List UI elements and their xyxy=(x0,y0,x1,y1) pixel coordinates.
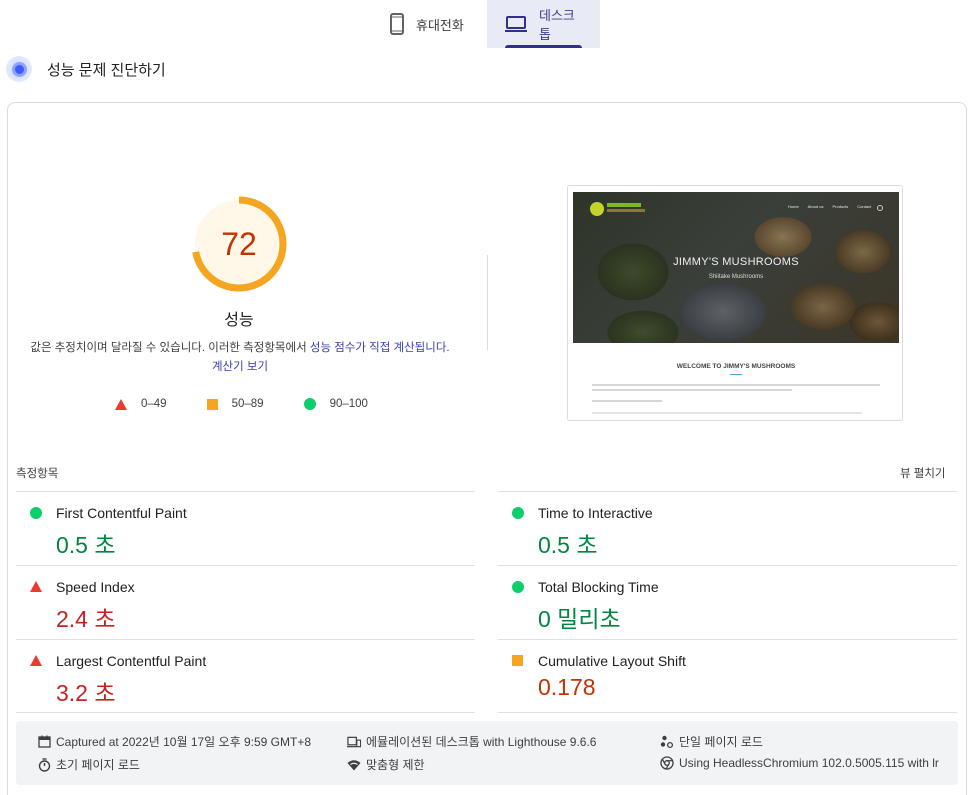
site-logo-text xyxy=(607,203,641,207)
emulated-device-text: 에뮬레이션된 데스크톱 with Lighthouse 9.6.6 xyxy=(366,735,597,749)
metric-value: 3.2 초 xyxy=(56,680,116,706)
metric-tti: Time to Interactive 0.5 초 xyxy=(498,491,957,565)
captured-at: Captured at 2022년 10월 17일 오후 9:59 GMT+8 xyxy=(37,733,311,750)
metric-value: 0.178 xyxy=(538,674,596,700)
legend-average-range: 50–89 xyxy=(231,398,264,410)
site-welcome-underline xyxy=(730,374,742,375)
page-screenshot[interactable]: Home About us Products Contact JIMMY'S M… xyxy=(567,185,903,421)
site-subtitle: Shiitake Mushrooms xyxy=(708,274,764,280)
smartphone-icon xyxy=(390,13,404,35)
performance-score: 72 xyxy=(221,225,257,262)
initial-load-text: 초기 페이지 로드 xyxy=(56,758,140,772)
devices-icon xyxy=(347,735,361,749)
metric-name: First Contentful Paint xyxy=(56,505,187,521)
legend-poor: 0–49 xyxy=(115,398,167,410)
screenshot-hero: Home About us Products Contact JIMMY'S M… xyxy=(573,192,899,343)
site-text-line xyxy=(592,412,862,414)
runtime-settings: Captured at 2022년 10월 17일 오후 9:59 GMT+8 … xyxy=(16,721,958,785)
nodes-icon xyxy=(660,735,674,749)
metric-speed-index: Speed Index 2.4 초 xyxy=(16,565,475,639)
site-title: JIMMY'S MUSHROOMS xyxy=(673,256,799,268)
divider xyxy=(487,255,488,350)
site-nav: Home About us Products Contact xyxy=(788,204,880,209)
metric-name: Largest Contentful Paint xyxy=(56,653,207,669)
throttling-text: 맞춤형 제한 xyxy=(366,758,425,772)
site-search-icon xyxy=(877,205,883,211)
calculator-link[interactable]: 계산기 보기 xyxy=(212,361,268,373)
metric-name: Total Blocking Time xyxy=(538,579,659,595)
throttling: 맞춤형 제한 xyxy=(347,756,425,773)
browser-info: Using HeadlessChromium 102.0.5005.115 wi… xyxy=(660,756,939,770)
metric-tbt: Total Blocking Time 0 밀리초 xyxy=(498,565,957,639)
site-logo-subtext xyxy=(607,209,645,212)
initial-load: 초기 페이지 로드 xyxy=(37,756,140,773)
legend-average: 50–89 xyxy=(206,398,264,410)
wifi-icon xyxy=(347,758,361,772)
poor-triangle-icon xyxy=(30,581,42,592)
tab-desktop[interactable]: 데스크톱 xyxy=(487,0,600,48)
average-square-icon xyxy=(512,655,523,666)
legend-poor-range: 0–49 xyxy=(141,398,167,410)
site-text-line xyxy=(592,389,792,391)
metric-fcp: First Contentful Paint 0.5 초 xyxy=(16,491,475,565)
triangle-icon xyxy=(115,398,127,410)
stopwatch-icon xyxy=(37,757,51,772)
metric-name: Time to Interactive xyxy=(538,505,653,521)
gauge-icon xyxy=(6,56,32,82)
score-description: 값은 추정치이며 달라질 수 있습니다. 이러한 측정항목에서 성능 점수가 직… xyxy=(30,339,450,377)
square-icon xyxy=(206,398,218,410)
legend-good: 90–100 xyxy=(303,398,368,410)
diagnose-header: 성능 문제 진단하기 xyxy=(6,56,166,82)
legend-good-range: 90–100 xyxy=(329,398,368,410)
browser-info-text: Using HeadlessChromium 102.0.5005.115 wi… xyxy=(679,756,939,770)
device-tabs: 휴대전화 데스크톱 xyxy=(374,0,600,48)
expand-view-button[interactable]: 뷰 펼치기 xyxy=(900,465,946,481)
site-nav-item: Contact xyxy=(857,204,872,209)
metric-value: 0.5 초 xyxy=(56,532,116,558)
circle-icon xyxy=(303,398,316,410)
metric-lcp: Largest Contentful Paint 3.2 초 xyxy=(16,639,475,713)
score-legend: 0–49 50–89 90–100 xyxy=(115,398,368,410)
tab-desktop-label: 데스크톱 xyxy=(539,8,575,42)
metric-cls: Cumulative Layout Shift 0.178 xyxy=(498,639,957,713)
metric-name: Speed Index xyxy=(56,579,135,595)
metrics-heading: 측정항목 xyxy=(16,468,59,480)
emulated-device: 에뮬레이션된 데스크톱 with Lighthouse 9.6.6 xyxy=(347,733,596,750)
metric-name: Cumulative Layout Shift xyxy=(538,653,686,669)
good-circle-icon xyxy=(30,507,42,519)
performance-gauge: 72 xyxy=(190,195,288,293)
site-nav-item: Products xyxy=(832,204,849,209)
session-type-text: 단일 페이지 로드 xyxy=(679,735,763,749)
description-text: 값은 추정치이며 달라질 수 있습니다. 이러한 측정항목에서 xyxy=(30,342,310,354)
score-calc-link[interactable]: 성능 점수가 직접 계산됩니다 xyxy=(310,342,447,354)
site-logo-icon xyxy=(590,202,604,216)
metrics-right-column: Time to Interactive 0.5 초 Total Blocking… xyxy=(498,491,957,713)
chrome-icon xyxy=(660,756,674,770)
section-title: 성능 문제 진단하기 xyxy=(47,61,166,79)
site-text-line xyxy=(592,384,880,386)
site-nav-item: Home xyxy=(788,204,799,209)
site-welcome: WELCOME TO JIMMY'S MUSHROOMS xyxy=(676,363,796,370)
captured-text: Captured at 2022년 10월 17일 오후 9:59 GMT+8 xyxy=(56,735,311,749)
metric-value: 0 밀리초 xyxy=(538,606,621,632)
metric-value: 0.5 초 xyxy=(538,532,598,558)
tab-mobile-label: 휴대전화 xyxy=(416,17,464,33)
good-circle-icon xyxy=(512,507,524,519)
tab-mobile[interactable]: 휴대전화 xyxy=(374,0,487,48)
description-sep: . xyxy=(446,342,450,354)
metrics-left-column: First Contentful Paint 0.5 초 Speed Index… xyxy=(16,491,475,713)
session-type: 단일 페이지 로드 xyxy=(660,733,763,750)
calendar-icon xyxy=(37,735,51,749)
site-nav-item: About us xyxy=(807,204,824,209)
site-text-line xyxy=(592,400,662,402)
good-circle-icon xyxy=(512,581,524,593)
performance-label: 성능 xyxy=(224,312,254,329)
poor-triangle-icon xyxy=(30,655,42,666)
laptop-icon xyxy=(505,16,527,32)
metric-value: 2.4 초 xyxy=(56,606,116,632)
